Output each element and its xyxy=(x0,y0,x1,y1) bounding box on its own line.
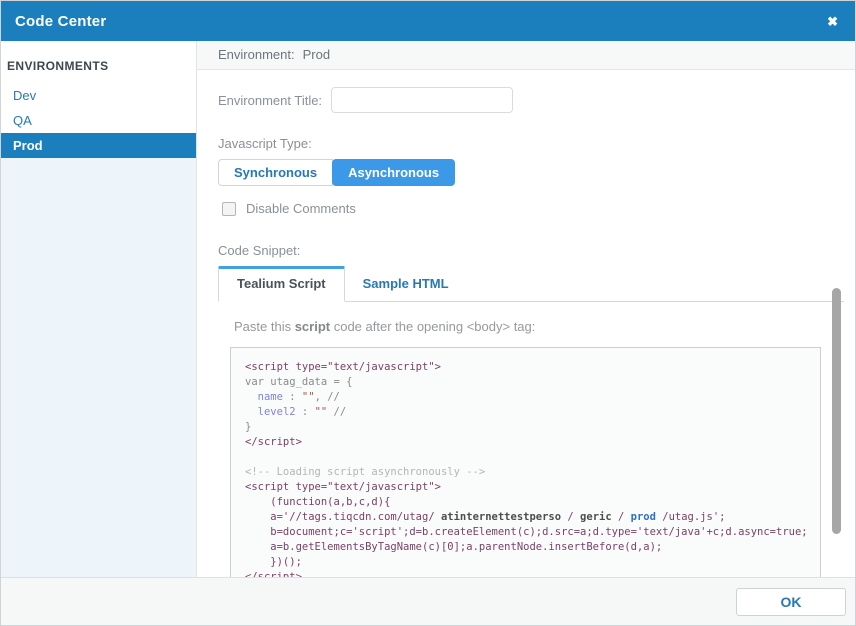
js-type-toggle: Synchronous Asynchronous xyxy=(218,159,456,186)
tealium-script-tab-panel: Paste this script code after the opening… xyxy=(218,302,844,577)
main-panel: Environment: Prod Environment Title: Java… xyxy=(197,41,855,577)
environment-bar: Environment: Prod xyxy=(197,41,855,70)
code-line: </script> xyxy=(245,436,302,448)
code-line: </script> xyxy=(245,571,302,577)
disable-comments-label: Disable Comments xyxy=(246,201,356,216)
environments-heading: ENVIRONMENTS xyxy=(7,59,109,73)
javascript-type-label: Javascript Type: xyxy=(218,136,312,151)
code-line: (function(a,b,c,d){ xyxy=(245,496,391,508)
sidebar-item-prod[interactable]: Prod xyxy=(1,133,196,158)
code-line: <script type="text/javascript"> xyxy=(245,481,441,493)
sidebar-item-dev[interactable]: Dev xyxy=(1,83,196,108)
code-snippet-tabs: Tealium Script Sample HTML xyxy=(218,266,844,302)
code-line: name : "", // xyxy=(257,391,340,403)
code-line: <script type="text/javascript"> xyxy=(245,361,441,373)
dialog-header: Code Center ✖ xyxy=(1,1,855,41)
environments-sidebar: ENVIRONMENTS Dev QA Prod xyxy=(1,41,197,577)
code-line: a=b.getElementsByTagName(c)[0];a.parentN… xyxy=(245,541,663,553)
dialog-title: Code Center xyxy=(15,12,107,30)
tab-tealium-script[interactable]: Tealium Script xyxy=(218,266,345,302)
instruction-suffix: code after the opening <body> tag: xyxy=(330,319,536,334)
code-line: } xyxy=(245,421,252,433)
instruction-bold: script xyxy=(294,319,331,334)
dialog-footer: OK xyxy=(1,577,855,625)
code-box[interactable]: <script type="text/javascript"> var utag_… xyxy=(230,347,821,577)
code-snippet-label: Code Snippet: xyxy=(218,243,301,258)
environment-title-label: Environment Title: xyxy=(218,92,323,108)
environment-title-input[interactable] xyxy=(331,87,514,113)
js-type-synchronous-button[interactable]: Synchronous xyxy=(218,159,334,186)
js-type-asynchronous-button[interactable]: Asynchronous xyxy=(332,159,456,186)
sidebar-item-qa[interactable]: QA xyxy=(1,108,196,133)
environment-bar-label: Environment: xyxy=(218,47,295,62)
code-line: a='//tags.tiqcdn.com/utag/ atinternettes… xyxy=(245,511,726,523)
ok-button[interactable]: OK xyxy=(736,587,846,616)
environment-bar-value: Prod xyxy=(302,47,331,62)
code-line: <!-- Loading script asynchronously --> xyxy=(245,466,486,478)
close-icon[interactable]: ✖ xyxy=(827,15,838,28)
code-line: level2 : "" // xyxy=(257,406,347,418)
code-line: var utag_data = { xyxy=(245,376,353,388)
tab-sample-html[interactable]: Sample HTML xyxy=(345,267,467,301)
instruction-prefix: Paste this xyxy=(234,319,295,334)
sidebar-items: Dev QA Prod xyxy=(1,83,196,158)
paste-instruction: Paste this script code after the opening… xyxy=(234,319,844,334)
scrollbar-thumb[interactable] xyxy=(832,288,841,534)
code-line: b=document;c='script';d=b.createElement(… xyxy=(245,526,808,538)
disable-comments-checkbox[interactable] xyxy=(222,201,236,216)
code-center-dialog: Code Center ✖ ENVIRONMENTS Dev QA Prod Env… xyxy=(0,0,856,626)
code-line: })(); xyxy=(245,556,302,568)
